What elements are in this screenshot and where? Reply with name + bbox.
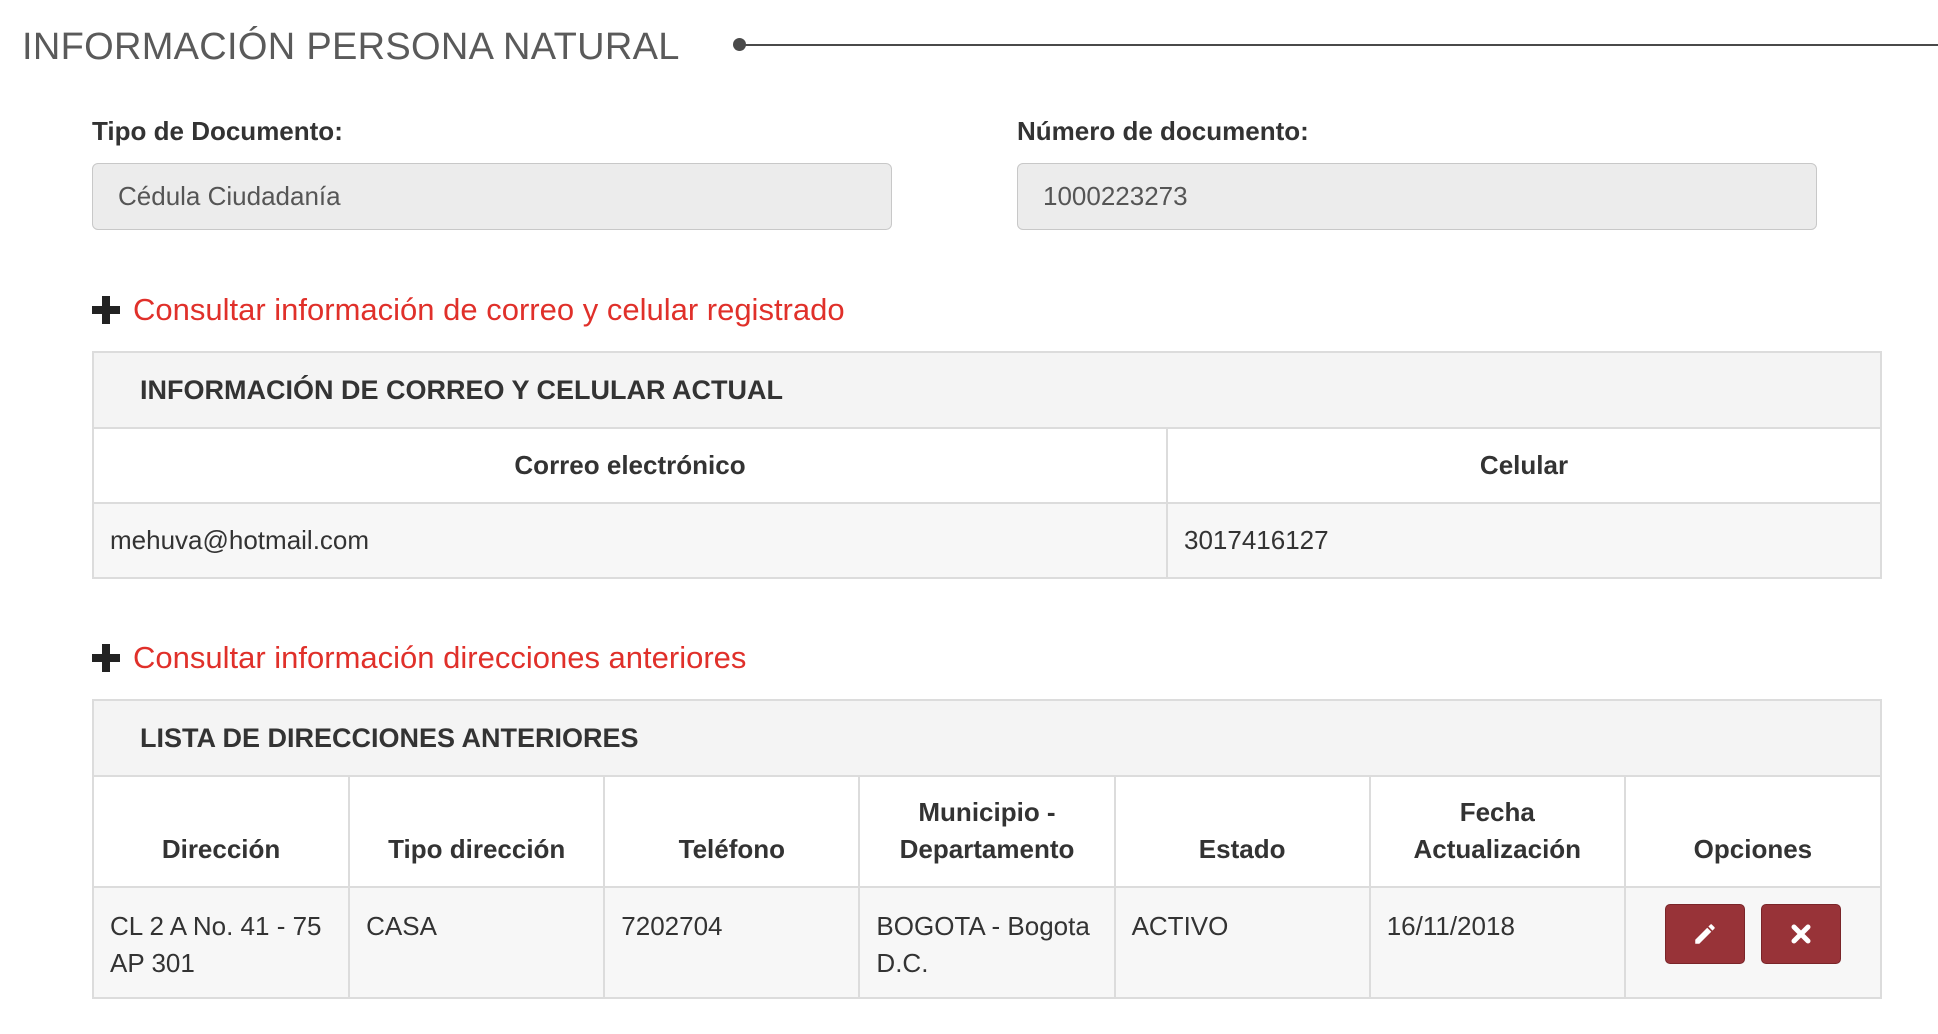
section-divider [740, 44, 1938, 46]
close-icon [1791, 924, 1811, 944]
plus-icon [92, 296, 120, 324]
phone-cell: 7202704 [603, 886, 861, 997]
edit-button[interactable] [1665, 904, 1746, 964]
contact-panel-title: INFORMACIÓN DE CORREO Y CELULAR ACTUAL [94, 353, 1880, 429]
column-header-options: Opciones [1623, 777, 1880, 888]
page: INFORMACIÓN PERSONA NATURAL Tipo de Docu… [0, 0, 1938, 1034]
plus-icon [92, 644, 120, 672]
email-cell: mehuva@hotmail.com [94, 502, 1168, 577]
column-header-address-type: Tipo dirección [348, 777, 606, 888]
previous-addresses-toggle-label: Consultar información direcciones anteri… [133, 640, 747, 675]
section-header: INFORMACIÓN PERSONA NATURAL [0, 20, 1938, 80]
table-row: mehuva@hotmail.com 3017416127 [94, 502, 1880, 577]
address-type-cell: CASA [348, 886, 606, 997]
address-cell: CL 2 A No. 41 - 75 AP 301 [94, 886, 351, 997]
addresses-panel-title: LISTA DE DIRECCIONES ANTERIORES [94, 701, 1880, 777]
previous-addresses-panel: LISTA DE DIRECCIONES ANTERIORES Direcció… [92, 699, 1882, 999]
addresses-table: Dirección Tipo dirección Teléfono Munici… [94, 777, 1880, 997]
column-header-address: Dirección [94, 777, 351, 888]
phone-cell: 3017416127 [1166, 502, 1880, 577]
contact-info-panel: INFORMACIÓN DE CORREO Y CELULAR ACTUAL C… [92, 351, 1882, 579]
municipality-cell: BOGOTA - Bogota D.C. [858, 886, 1116, 997]
column-header-email: Correo electrónico [94, 429, 1168, 504]
update-date-cell: 16/11/2018 [1368, 886, 1626, 997]
contact-info-toggle-label: Consultar información de correo y celula… [133, 292, 845, 327]
doc-number-label: Número de documento: [1017, 116, 1309, 146]
column-header-phone: Teléfono [603, 777, 861, 888]
column-header-municipality: Municipio - Departamento [858, 777, 1116, 888]
status-cell: ACTIVO [1113, 886, 1371, 997]
table-row: CL 2 A No. 41 - 75 AP 301 CASA 7202704 BO… [94, 886, 1880, 997]
section-title: INFORMACIÓN PERSONA NATURAL [22, 26, 680, 68]
column-header-status: Estado [1113, 777, 1371, 888]
options-cell [1623, 886, 1880, 997]
doc-type-label: Tipo de Documento: [92, 116, 343, 146]
doc-number-field[interactable]: 1000223273 [1017, 163, 1817, 230]
contact-table: Correo electrónico Celular mehuva@hotmai… [94, 429, 1880, 577]
column-header-update-date: Fecha Actualización [1368, 777, 1626, 888]
section-divider-dot [733, 38, 746, 51]
column-header-phone: Celular [1166, 429, 1880, 504]
pencil-icon [1695, 924, 1716, 944]
delete-button[interactable] [1760, 904, 1841, 964]
doc-type-field[interactable]: Cédula Ciudadanía [92, 163, 892, 230]
